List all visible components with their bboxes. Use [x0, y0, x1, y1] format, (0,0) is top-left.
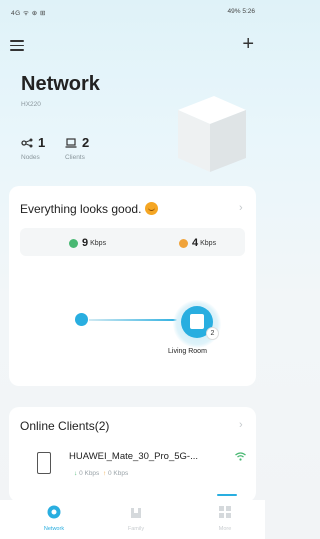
status-bar-signal: 4G ᯤ ⊕ ⊞ [11, 10, 46, 17]
download-speed: 4 Kbps [179, 237, 216, 249]
add-icon[interactable]: + [242, 34, 254, 54]
clients-icon [65, 137, 77, 148]
tab-more-label: More [218, 526, 232, 532]
clients-count: 2 [82, 135, 90, 150]
tab-family[interactable]: Family [116, 505, 156, 532]
status-title: Everything looks good. [20, 202, 159, 216]
client-up-arrow-icon: ↓ [74, 470, 78, 477]
upload-unit: Kbps [90, 239, 107, 247]
online-clients-card[interactable]: Online Clients(2) › HUAWEI_Mate_30_Pro_5… [9, 407, 256, 502]
client-down-speed: 0 Kbps [108, 470, 129, 477]
download-arrow-icon [179, 238, 188, 248]
download-unit: Kbps [200, 239, 217, 247]
nodes-label: Nodes [21, 154, 40, 161]
status-bar-battery-time: 49% 5:26 [227, 8, 255, 15]
nodes-count: 1 [38, 135, 46, 150]
upload-speed: 9 Kbps [69, 237, 106, 249]
network-tab-icon [47, 505, 61, 519]
network-status-card[interactable]: Everything looks good. › 9 Kbps 4 Kbps 2… [9, 186, 256, 386]
family-tab-icon [131, 508, 141, 518]
upload-arrow-icon [69, 238, 78, 248]
clients-title: Online Clients(2) [20, 419, 110, 433]
nodes-stat[interactable]: 1 [21, 135, 45, 150]
clients-chevron-right-icon[interactable]: › [239, 419, 243, 431]
phone-icon [37, 452, 51, 474]
deco-node-icon [190, 314, 204, 329]
node-name: Living Room [168, 348, 207, 355]
tab-network-label: Network [43, 526, 65, 532]
scroll-indicator [217, 494, 237, 496]
node-client-badge: 2 [206, 327, 219, 340]
wifi-icon [235, 452, 246, 461]
tab-more[interactable]: More [205, 505, 245, 532]
clients-label: Clients [65, 154, 85, 161]
bottom-nav: Network Family More [0, 500, 265, 539]
download-value: 4 [192, 237, 199, 249]
smile-emoji-icon [145, 202, 159, 215]
menu-icon[interactable] [10, 40, 24, 51]
connection-line [89, 319, 181, 321]
upload-value: 9 [82, 237, 89, 249]
status-bar: 4G ᯤ ⊕ ⊞ 49% 5:26 [0, 0, 265, 22]
deco-device-image [178, 96, 246, 172]
model-label: HX220 [21, 101, 41, 108]
client-speeds: ↓ 0 Kbps ↑ 0 Kbps [74, 470, 128, 477]
client-up-speed: 0 Kbps [79, 470, 100, 477]
speed-bar: 9 Kbps 4 Kbps [20, 228, 245, 256]
client-name[interactable]: HUAWEI_Mate_30_Pro_5G-... [69, 451, 198, 462]
internet-globe-icon[interactable] [75, 313, 88, 326]
tab-network[interactable]: Network [34, 505, 74, 532]
clients-stat[interactable]: 2 [65, 135, 89, 150]
more-tab-icon [219, 506, 231, 518]
nodes-icon [21, 138, 33, 147]
status-title-text: Everything looks good. [20, 202, 142, 216]
tab-family-label: Family [127, 526, 145, 532]
chevron-right-icon[interactable]: › [239, 202, 243, 214]
page-title: Network [21, 73, 100, 95]
client-down-arrow-icon: ↑ [102, 470, 107, 477]
